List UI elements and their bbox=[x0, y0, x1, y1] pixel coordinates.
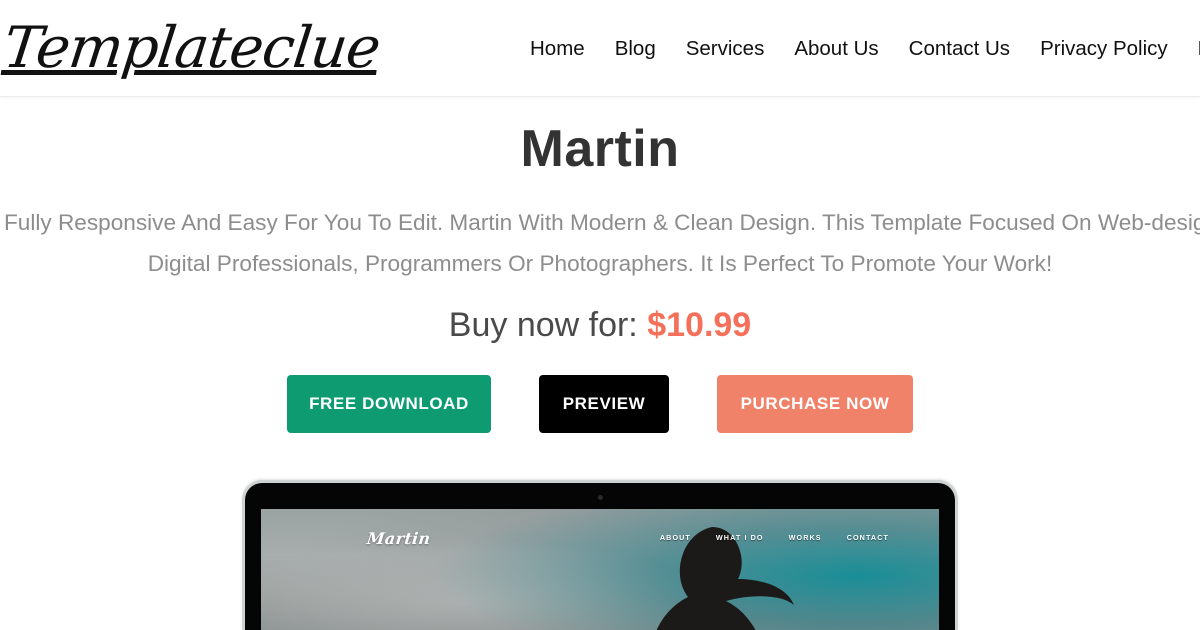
cta-button-row: FREE DOWNLOAD PREVIEW PURCHASE NOW bbox=[0, 375, 1200, 434]
hero-description-line-2: Digital Professionals, Programmers Or Ph… bbox=[147, 251, 1053, 277]
webcam-icon bbox=[597, 495, 603, 501]
price-line: Buy now for: $10.99 bbox=[0, 306, 1200, 345]
nav-item-home[interactable]: Home bbox=[530, 37, 585, 61]
price-label: Buy now for: bbox=[448, 306, 638, 345]
nav-item-privacy-policy[interactable]: Privacy Policy bbox=[1040, 37, 1168, 61]
page-title: Martin bbox=[520, 120, 680, 178]
preview-button[interactable]: PREVIEW bbox=[539, 375, 669, 434]
nav-item-contact-us[interactable]: Contact Us bbox=[909, 37, 1010, 61]
template-preview-mockup: Martin ABOUT WHAT I DO WORKS CONTACT bbox=[0, 480, 1200, 630]
hero-section: Martin Fully Responsive And Easy For You… bbox=[0, 97, 1200, 630]
site-logo[interactable]: Templateclue bbox=[0, 2, 385, 94]
preview-nav-what-i-do[interactable]: WHAT I DO bbox=[716, 533, 764, 542]
preview-nav-about[interactable]: ABOUT bbox=[660, 533, 691, 542]
nav-item-services[interactable]: Services bbox=[686, 37, 765, 61]
main-navigation: Home Blog Services About Us Contact Us P… bbox=[530, 0, 1200, 97]
preview-navigation: ABOUT WHAT I DO WORKS CONTACT bbox=[660, 533, 889, 542]
price-amount: $10.99 bbox=[647, 306, 752, 345]
preview-logo: Martin bbox=[366, 529, 432, 549]
site-header: Templateclue Home Blog Services About Us… bbox=[0, 0, 1200, 97]
laptop-frame: Martin ABOUT WHAT I DO WORKS CONTACT bbox=[242, 480, 958, 630]
purchase-now-button[interactable]: PURCHASE NOW bbox=[717, 375, 913, 434]
free-download-button[interactable]: FREE DOWNLOAD bbox=[287, 375, 491, 434]
nav-item-blog[interactable]: Blog bbox=[615, 37, 656, 61]
preview-nav-contact[interactable]: CONTACT bbox=[847, 533, 889, 542]
laptop-screen: Martin ABOUT WHAT I DO WORKS CONTACT bbox=[261, 509, 939, 630]
nav-item-about-us[interactable]: About Us bbox=[794, 37, 878, 61]
preview-nav-works[interactable]: WORKS bbox=[789, 533, 822, 542]
hero-description-line-1: Fully Responsive And Easy For You To Edi… bbox=[4, 210, 1200, 236]
screen-haze-overlay bbox=[261, 509, 939, 630]
hero-description: Fully Responsive And Easy For You To Edi… bbox=[0, 202, 1200, 284]
